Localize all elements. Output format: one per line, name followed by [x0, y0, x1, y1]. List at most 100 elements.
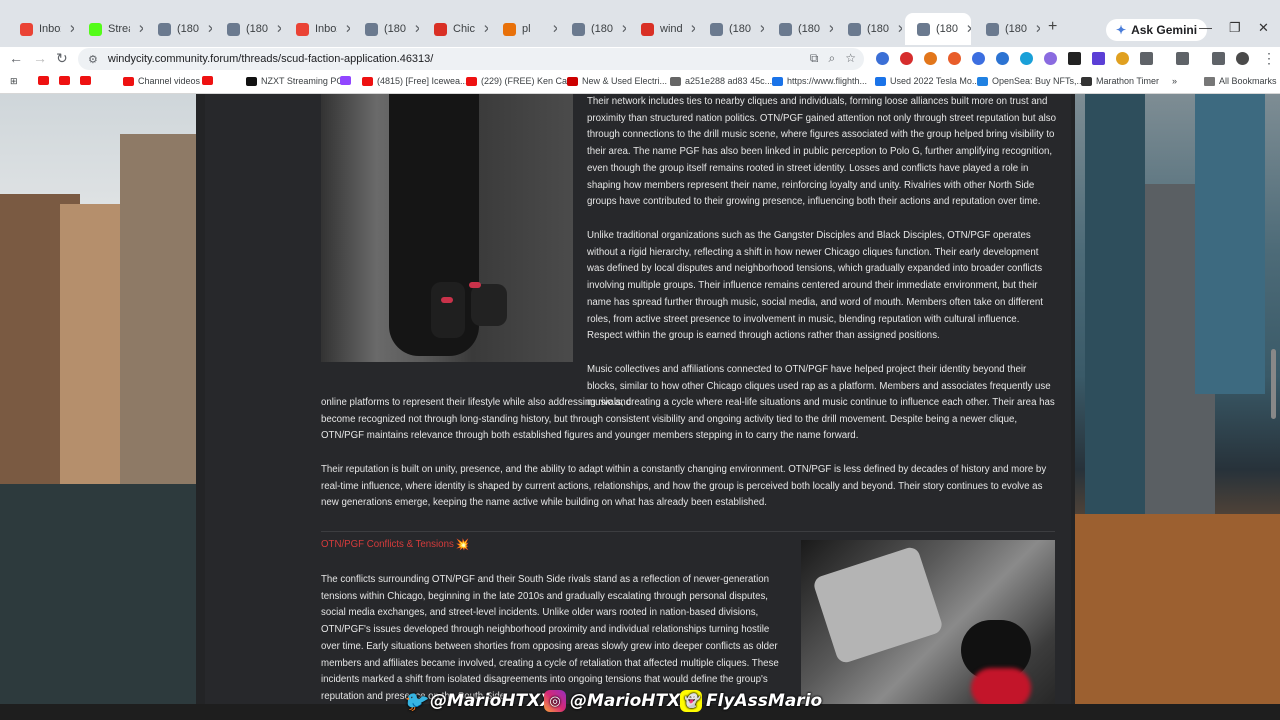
browser-tab[interactable]: (180) ✕	[215, 13, 281, 45]
browser-tab[interactable]: Chica ✕	[422, 13, 488, 45]
menu-kebab-icon[interactable]: ⋮	[1262, 50, 1276, 67]
back-icon[interactable]: ←	[9, 50, 23, 66]
bookmark-item[interactable]: OpenSea: Buy NFTs,...	[977, 76, 1084, 86]
section-divider	[321, 531, 1055, 532]
tab-close-icon[interactable]: ✕	[345, 22, 350, 36]
browser-tab[interactable]: (180) ✕	[974, 13, 1040, 45]
apps-grid-icon[interactable]: ⊞	[10, 76, 18, 87]
bookmark-star-icon[interactable]: ☆	[845, 51, 856, 66]
bookmark-item[interactable]: (4815) [Free] Icewea...	[362, 76, 468, 86]
tab-close-icon[interactable]: ✕	[828, 22, 833, 36]
media-control-icon[interactable]	[1212, 52, 1225, 65]
address-bar[interactable]: ⚙ windycity.community.forum/threads/scud…	[78, 48, 864, 70]
extension-icon[interactable]	[1068, 52, 1081, 65]
tab-close-icon[interactable]: ✕	[414, 22, 419, 36]
tab-close-icon[interactable]: ✕	[966, 22, 971, 36]
tab-close-icon[interactable]: ✕	[483, 22, 488, 36]
bookmark-item[interactable]	[340, 76, 355, 85]
bookmark-item[interactable]: https://www.flighth...	[772, 76, 867, 86]
browser-tab[interactable]: Stream ✕	[77, 13, 143, 45]
extension-icon[interactable]	[900, 52, 913, 65]
browser-tab[interactable]: Inbox ✕	[284, 13, 350, 45]
tab-close-icon[interactable]: ✕	[759, 22, 764, 36]
install-icon[interactable]: ⧉	[810, 51, 819, 66]
ask-gemini-button[interactable]: ✦ Ask Gemini	[1106, 19, 1208, 41]
browser-tab[interactable]: (180) ✕	[767, 13, 833, 45]
tab-close-icon[interactable]: ✕	[552, 22, 557, 36]
extension-icon[interactable]	[948, 52, 961, 65]
nzxt-icon	[246, 76, 257, 86]
bookmark-item[interactable]	[80, 76, 95, 85]
browser-tab[interactable]: windy ✕	[629, 13, 695, 45]
extension-icon[interactable]	[972, 52, 985, 65]
browser-tab[interactable]: (180) ✕	[836, 13, 902, 45]
youtube-icon	[80, 76, 91, 85]
tab-title: Stream	[108, 23, 130, 35]
scrollbar-thumb[interactable]	[1271, 349, 1276, 419]
browser-tab[interactable]: pl ✕	[491, 13, 557, 45]
browser-tab[interactable]: (180) ✕	[698, 13, 764, 45]
tab-close-icon[interactable]: ✕	[276, 22, 281, 36]
tab-close-icon[interactable]: ✕	[690, 22, 695, 36]
tab-title: Inbox	[315, 23, 337, 35]
post-image-money[interactable]	[801, 540, 1055, 720]
tab-close-icon[interactable]: ✕	[897, 22, 902, 36]
tab-title: (180)	[867, 23, 889, 35]
bookmark-item[interactable]: NZXT Streaming PC	[246, 76, 343, 86]
bookmark-item[interactable]: a251e288 ad83 45c...	[670, 76, 772, 86]
collision-emoji-icon: 💥	[455, 539, 470, 551]
youtube-icon	[59, 76, 70, 85]
bookmark-item[interactable]: (229) (FREE) Ken Car...	[466, 76, 577, 86]
extensions-puzzle-icon[interactable]	[1140, 52, 1153, 65]
reload-icon[interactable]: ↻	[56, 50, 68, 67]
bookmark-item[interactable]	[202, 76, 217, 85]
bookmark-label: a251e288 ad83 45c...	[685, 76, 773, 86]
more-bookmarks-icon[interactable]: »	[1172, 76, 1177, 86]
browser-tab[interactable]: (180) ✕	[905, 13, 971, 45]
tab-strip: Inbox✕Stream✕(180)✕(180)✕Inbox✕(180)✕Chi…	[0, 0, 1280, 47]
bookmark-item[interactable]	[59, 76, 74, 85]
tab-close-icon[interactable]: ✕	[1035, 22, 1040, 36]
bookmark-item[interactable]: Marathon Timer	[1081, 76, 1159, 86]
all-bookmarks-label: All Bookmarks	[1219, 76, 1277, 86]
extension-icon[interactable]	[1092, 52, 1105, 65]
post-image-person[interactable]	[321, 94, 573, 362]
extension-icon[interactable]	[924, 52, 937, 65]
extension-icon[interactable]	[996, 52, 1009, 65]
forum-icon	[158, 22, 171, 36]
twitch-icon	[340, 76, 351, 85]
globe-icon	[670, 76, 681, 86]
bookmark-item[interactable]: New & Used Electri...	[567, 76, 667, 86]
extension-icon[interactable]	[1044, 52, 1057, 65]
site-info-icon[interactable]: ⚙	[88, 53, 98, 66]
browser-tab[interactable]: (180) ✕	[560, 13, 626, 45]
twitter-handle-text: @MarioHTXX	[430, 691, 554, 711]
twitter-bird-icon: 🐦	[402, 689, 428, 713]
forward-icon[interactable]: →	[33, 50, 47, 66]
extension-icon[interactable]	[876, 52, 889, 65]
extension-icon[interactable]	[1020, 52, 1033, 65]
zoom-icon[interactable]: ⌕	[829, 51, 836, 66]
car-icon	[875, 76, 886, 86]
restore-icon[interactable]: ❐	[1229, 20, 1241, 36]
bookmark-item[interactable]	[38, 76, 53, 85]
all-bookmarks[interactable]: All Bookmarks	[1204, 76, 1277, 86]
browser-tab[interactable]: (180) ✕	[353, 13, 419, 45]
profile-avatar[interactable]	[1236, 52, 1249, 65]
sidepanel-icon[interactable]	[1176, 52, 1189, 65]
browser-tab[interactable]: Inbox ✕	[8, 13, 74, 45]
tab-close-icon[interactable]: ✕	[207, 22, 212, 36]
bookmark-label: NZXT Streaming PC	[261, 76, 343, 86]
minimize-icon[interactable]: —	[1199, 20, 1212, 35]
tab-close-icon[interactable]: ✕	[69, 22, 74, 36]
close-window-icon[interactable]: ✕	[1258, 20, 1269, 36]
tab-close-icon[interactable]: ✕	[138, 22, 143, 36]
tab-title: pl	[522, 23, 531, 35]
bookmark-item[interactable]: Channel videos	[123, 76, 200, 86]
tab-close-icon[interactable]: ✕	[621, 22, 626, 36]
browser-tab[interactable]: (180) ✕	[146, 13, 212, 45]
extension-icon[interactable]	[1116, 52, 1129, 65]
twitter-handle: 🐦 @MarioHTXX	[402, 689, 554, 713]
bookmark-item[interactable]: Used 2022 Tesla Mo...	[875, 76, 979, 86]
new-tab-button[interactable]: +	[1048, 18, 1057, 36]
